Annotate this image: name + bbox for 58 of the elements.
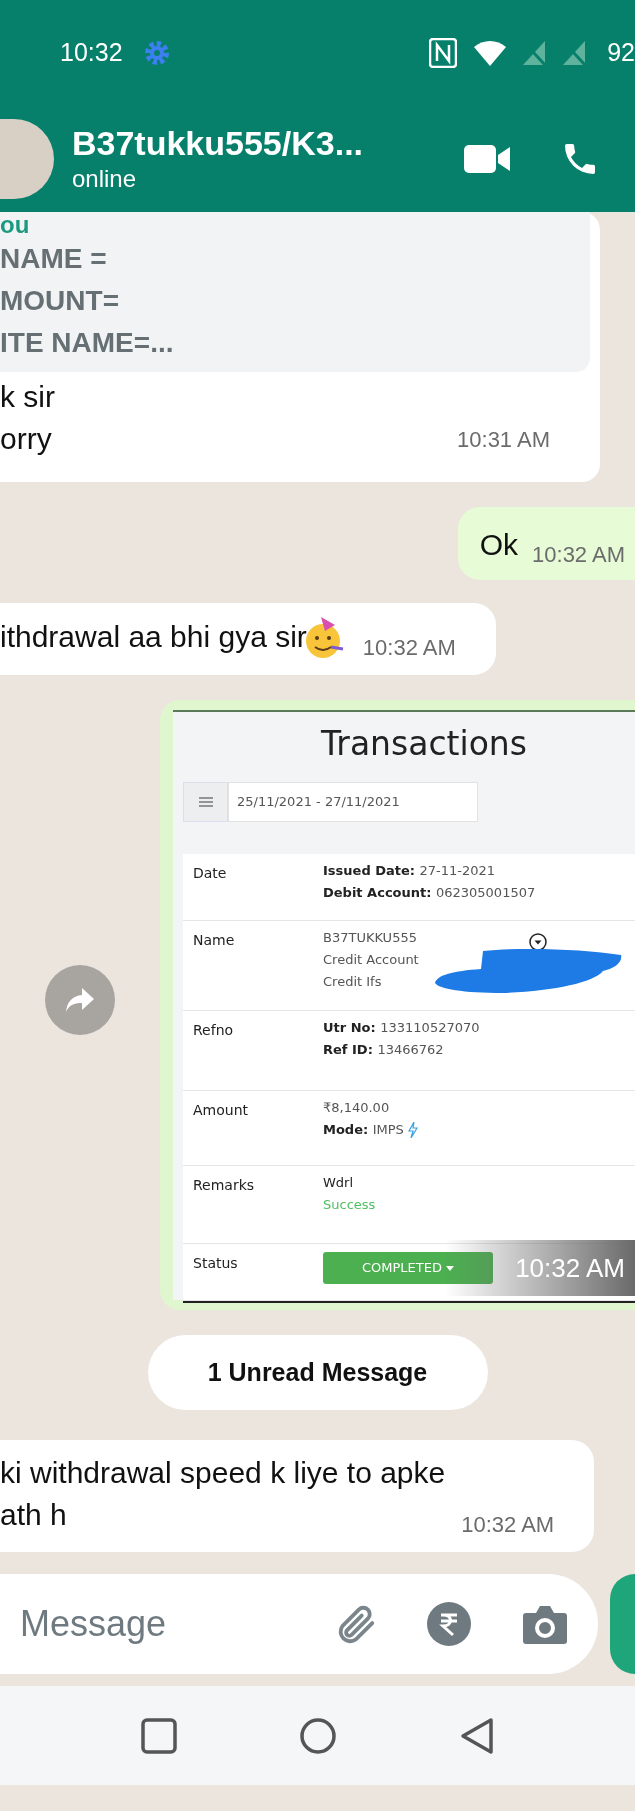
quote-author: ou — [0, 212, 31, 238]
message-time: 10:32 AM — [515, 1251, 625, 1285]
contact-name: B37tukku555/K3... — [72, 122, 365, 163]
message-text: ki withdrawal speed k liye to apke — [0, 1455, 446, 1491]
message-text: ath h — [0, 1497, 67, 1533]
message-time: 10:32 AM — [532, 544, 625, 566]
row-value: Ref ID: 13466762 — [323, 1041, 444, 1059]
quote-text: NAME = — [0, 242, 108, 276]
row-value: Utr No: 133110527070 — [323, 1019, 480, 1037]
row-value: Credit Ifs — [323, 973, 382, 991]
nfc-icon — [429, 37, 458, 68]
message-time: 10:31 AM — [457, 427, 550, 452]
row-value: Debit Account: 062305001507 — [323, 884, 536, 902]
no-signal-icon — [561, 38, 588, 67]
wifi-icon — [473, 38, 508, 67]
message-text: k sir — [0, 379, 55, 415]
page-title: Transactions — [321, 724, 527, 764]
row-label: Amount — [192, 1101, 249, 1120]
voice-record-button[interactable] — [610, 1574, 635, 1674]
menu-icon — [198, 797, 213, 807]
message-input-bar[interactable]: Message — [0, 1574, 598, 1674]
rupee-payment-icon — [426, 1601, 472, 1647]
row-label: Remarks — [192, 1176, 256, 1195]
gear-icon — [142, 38, 171, 67]
date-range-field[interactable]: 25/11/2021 - 27/11/2021 — [228, 782, 478, 822]
row-label: Status — [192, 1254, 239, 1273]
message-input[interactable]: Message — [20, 1597, 332, 1651]
row-label: Name — [192, 931, 236, 950]
unread-messages-label: 1 Unread Message — [147, 1335, 488, 1410]
message-time: 10:32 AM — [461, 1514, 555, 1536]
video-call-button[interactable] — [464, 142, 510, 175]
home-button-icon[interactable] — [299, 1716, 338, 1755]
message-text: orry — [0, 421, 53, 457]
quote-text: ITE NAME=... — [0, 326, 175, 360]
caret-icon — [446, 1265, 454, 1271]
camera-icon — [522, 1603, 568, 1645]
message-text: Ok — [479, 527, 519, 563]
message-time: 10:32 AM — [362, 637, 456, 659]
row-value: Success — [323, 1196, 376, 1214]
quote-text: MOUNT= — [0, 284, 120, 318]
back-button-icon[interactable] — [459, 1716, 494, 1755]
forward-arrow-icon — [64, 986, 96, 1014]
status-time: 10:32 — [60, 36, 123, 68]
video-camera-icon — [464, 142, 510, 175]
row-label: Date — [192, 864, 228, 883]
message-text: ithdrawal aa bhi gya sir — [0, 619, 307, 655]
recent-apps-button-icon[interactable] — [141, 1717, 178, 1754]
row-value: Mode: IMPS — [323, 1121, 404, 1139]
menu-button[interactable] — [183, 782, 228, 822]
no-signal-icon — [521, 38, 548, 67]
row-value: Wdrl — [323, 1174, 354, 1192]
row-label: Refno — [192, 1021, 235, 1040]
row-value: Credit Account — [323, 951, 419, 969]
contact-status: online — [72, 163, 138, 194]
row-value: B37TUKKU555 — [323, 929, 417, 947]
row-value: Issued Date: 27-11-2021 — [323, 862, 496, 880]
battery-percent: 92 — [607, 36, 635, 68]
row-value: ₹8,140.00 — [323, 1099, 390, 1117]
